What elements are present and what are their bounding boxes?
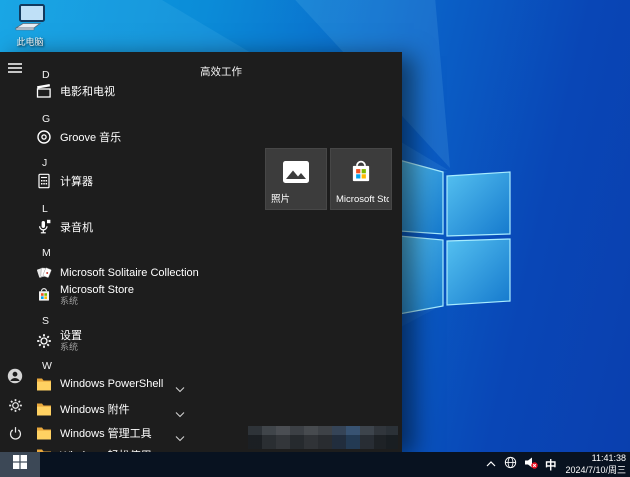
desktop: 此电脑 D 电影和电视 G Groove 音乐 J 计算器 L 录音机 M Mi… xyxy=(0,0,630,477)
app-list-header-m[interactable]: M xyxy=(0,242,196,264)
clock-time: 11:41:38 xyxy=(591,453,626,464)
this-pc-icon xyxy=(12,4,48,34)
app-item-solitaire[interactable]: Microsoft Solitaire Collection xyxy=(0,262,199,284)
app-item-voice-recorder[interactable]: 录音机 xyxy=(0,216,196,238)
chevron-down-icon[interactable] xyxy=(175,405,185,418)
store-icon xyxy=(36,287,52,303)
tile-microsoft-store[interactable]: Microsoft Store xyxy=(330,148,392,210)
groove-music-icon xyxy=(36,129,52,145)
windows-logo-icon xyxy=(13,455,27,474)
folder-item-windows-accessories[interactable]: Windows 附件 xyxy=(0,398,196,420)
app-item-subtitle: 系统 xyxy=(60,342,79,353)
show-hidden-icons-button[interactable] xyxy=(485,456,497,474)
store-icon xyxy=(348,159,374,190)
desktop-icon-label: 此电脑 xyxy=(16,37,44,47)
clock-date: 2024/7/10/周三 xyxy=(565,464,626,475)
start-button[interactable] xyxy=(0,452,40,477)
app-item-settings[interactable]: 设置 系统 xyxy=(0,328,196,354)
calculator-icon xyxy=(36,173,52,189)
chevron-down-icon[interactable] xyxy=(175,429,185,442)
network-globe-icon[interactable] xyxy=(504,456,517,474)
chevron-down-icon[interactable] xyxy=(175,380,185,393)
app-item-groove-music[interactable]: Groove 音乐 xyxy=(0,126,196,148)
app-item-movies-tv[interactable]: 电影和电视 xyxy=(0,80,196,102)
start-menu: D 电影和电视 G Groove 音乐 J 计算器 L 录音机 M Micros… xyxy=(0,52,402,452)
voice-recorder-icon xyxy=(36,219,52,235)
folder-icon xyxy=(36,425,52,441)
folder-icon xyxy=(36,376,52,392)
tile-group-header[interactable]: 高效工作 xyxy=(200,64,242,79)
folder-item-windows-admin-tools[interactable]: Windows 管理工具 xyxy=(0,422,196,444)
tile-photos[interactable]: 照片 xyxy=(265,148,327,210)
pixelated-watermark xyxy=(248,426,398,449)
desktop-icon-this-pc[interactable]: 此电脑 xyxy=(5,4,55,48)
taskbar-clock[interactable]: 11:41:38 2024/7/10/周三 xyxy=(565,453,626,476)
app-item-subtitle: 系统 xyxy=(60,296,79,307)
system-tray: 中 11:41:38 2024/7/10/周三 xyxy=(485,453,630,476)
photos-icon xyxy=(282,160,310,189)
folder-item-windows-ease-of-access[interactable]: Windows 轻松使用 xyxy=(0,444,196,452)
folder-icon xyxy=(36,401,52,417)
solitaire-icon xyxy=(36,265,52,281)
app-item-microsoft-store[interactable]: Microsoft Store 系统 xyxy=(0,282,196,308)
ime-indicator[interactable]: 中 xyxy=(545,457,557,473)
app-item-calculator[interactable]: 计算器 xyxy=(0,170,196,192)
taskbar: 中 11:41:38 2024/7/10/周三 xyxy=(0,452,630,477)
movies-tv-icon xyxy=(36,83,52,99)
settings-gear-icon xyxy=(36,333,52,349)
volume-muted-icon[interactable] xyxy=(524,456,538,474)
folder-item-windows-powershell[interactable]: Windows PowerShell xyxy=(0,373,196,395)
